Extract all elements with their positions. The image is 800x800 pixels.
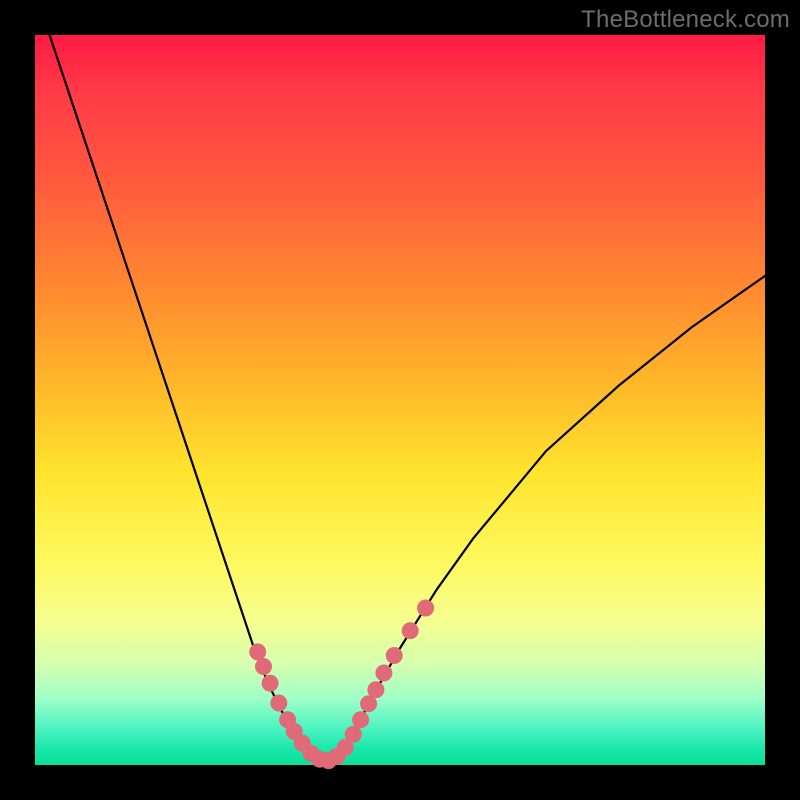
curve-marker — [367, 681, 384, 698]
curve-marker — [417, 600, 434, 617]
marker-group — [249, 600, 434, 770]
curve-marker — [402, 622, 419, 639]
chart-frame: TheBottleneck.com — [0, 0, 800, 800]
chart-svg — [35, 35, 765, 765]
curve-marker — [270, 695, 287, 712]
curve-marker — [386, 647, 403, 664]
curve-marker — [345, 726, 362, 743]
curve-marker — [262, 675, 279, 692]
curve-marker — [255, 658, 272, 675]
curve-marker — [249, 643, 266, 660]
curve-marker — [352, 711, 369, 728]
bottleneck-curve — [50, 35, 765, 761]
curve-marker — [375, 665, 392, 682]
watermark-text: TheBottleneck.com — [581, 6, 790, 34]
